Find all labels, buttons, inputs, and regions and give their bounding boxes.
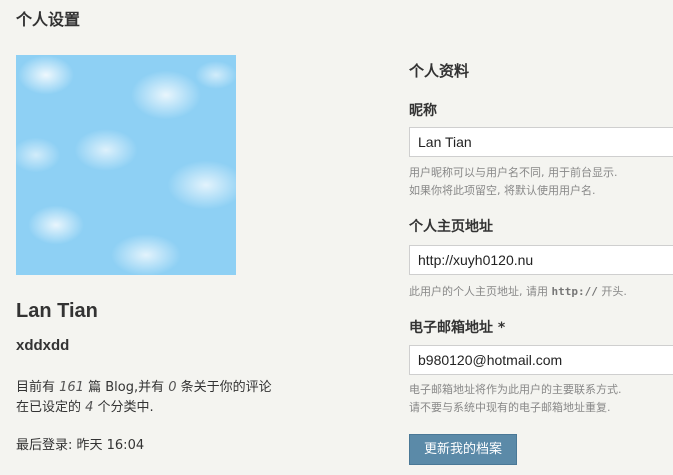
email-hint: 电子邮箱地址将作为此用户的主要联系方式. 请不要与系统中现有的电子邮箱地址重复. — [409, 381, 622, 417]
profile-stats: 目前有 161 篇 Blog,并有 0 条关于你的评论 在已设定的 4 个分类中… — [16, 378, 272, 418]
stats-line2-suffix: 个分类中. — [93, 400, 154, 415]
stats-prefix: 目前有 — [16, 380, 60, 395]
stats-line-1: 目前有 161 篇 Blog,并有 0 条关于你的评论 — [16, 378, 272, 398]
page-title: 个人设置 — [16, 10, 81, 29]
homepage-hint-prefix: 此用户的个人主页地址, 请用 — [409, 285, 552, 298]
nickname-label: 昵称 — [409, 103, 437, 119]
homepage-hint-suffix: 开头. — [597, 285, 627, 298]
nickname-input[interactable]: Lan Tian — [409, 127, 673, 157]
stats-mid1: 篇 Blog,并有 — [83, 380, 169, 395]
homepage-hint: 此用户的个人主页地址, 请用 http:// 开头. — [409, 283, 627, 301]
homepage-hint-code: http:// — [551, 285, 598, 298]
comment-count: 0 — [168, 380, 177, 395]
profile-username: xddxdd — [16, 337, 70, 354]
post-count: 161 — [59, 380, 84, 395]
homepage-label: 个人主页地址 — [409, 219, 493, 235]
update-profile-button[interactable]: 更新我的档案 — [409, 434, 517, 465]
profile-display-name: Lan Tian — [16, 300, 98, 322]
stats-mid2: 条关于你的评论 — [176, 380, 272, 395]
last-login: 最后登录: 昨天 16:04 — [16, 438, 145, 453]
nickname-hint-line-2: 如果你将此项留空, 将默认使用用户名. — [409, 184, 596, 197]
nickname-hint-line-1: 用户昵称可以与用户名不同, 用于前台显示. — [409, 166, 618, 179]
stats-line-2: 在已设定的 4 个分类中. — [16, 398, 272, 418]
avatar — [16, 55, 236, 275]
email-input[interactable]: b980120@hotmail.com — [409, 345, 673, 375]
nickname-hint: 用户昵称可以与用户名不同, 用于前台显示. 如果你将此项留空, 将默认使用用户名… — [409, 164, 618, 200]
email-hint-line-2: 请不要与系统中现有的电子邮箱地址重复. — [409, 401, 611, 414]
homepage-input[interactable]: http://xuyh0120.nu — [409, 245, 673, 275]
section-title: 个人资料 — [409, 62, 470, 80]
email-label: 电子邮箱地址 * — [409, 320, 506, 336]
stats-line2-prefix: 在已设定的 — [16, 400, 86, 415]
email-hint-line-1: 电子邮箱地址将作为此用户的主要联系方式. — [409, 383, 622, 396]
